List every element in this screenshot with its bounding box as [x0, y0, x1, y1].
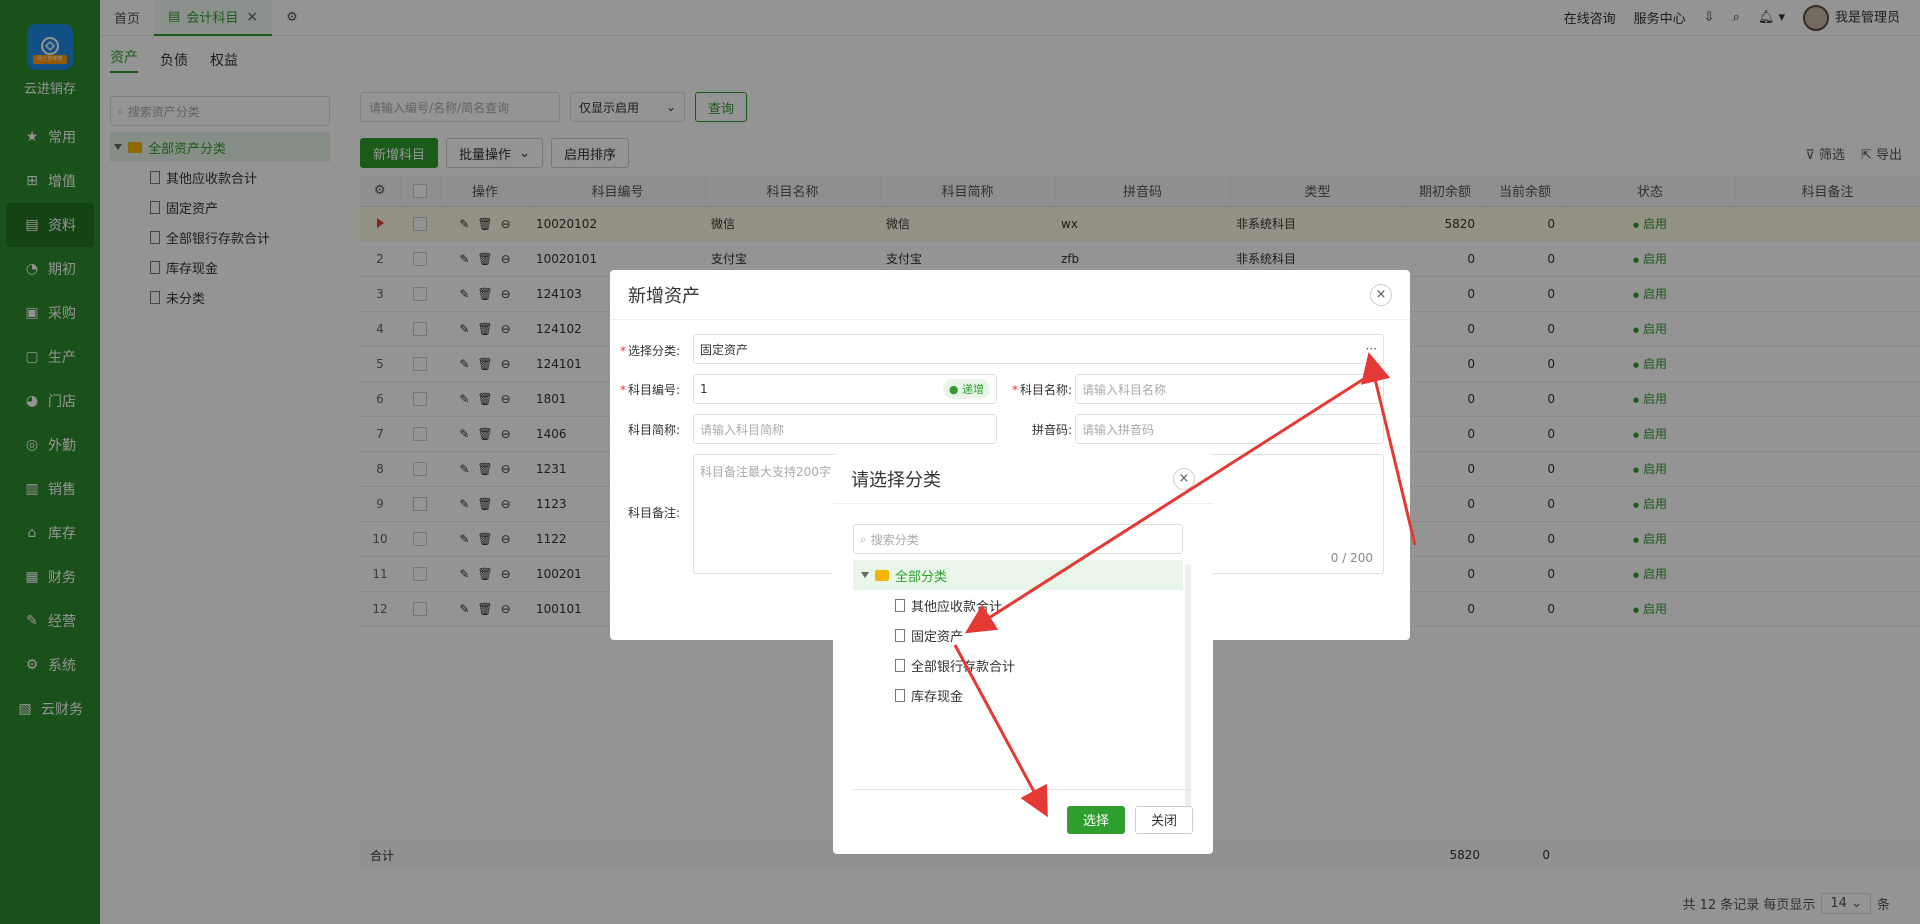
category-field[interactable]: 固定资产 ···: [693, 334, 1384, 364]
subject-code-field[interactable]: 1 ● 递增: [693, 374, 997, 404]
search-icon: ⌕: [860, 531, 867, 546]
subject-short-field[interactable]: 请输入科目简称: [693, 414, 997, 444]
more-icon[interactable]: ···: [1366, 342, 1377, 356]
file-icon: [895, 688, 905, 702]
file-icon: [895, 658, 905, 672]
field-label: * 科目编号:: [619, 383, 680, 397]
scrollbar[interactable]: [1185, 564, 1191, 819]
file-icon: [895, 628, 905, 642]
field-label: 科目备注:: [627, 506, 680, 520]
remark-counter: 0 / 200: [1330, 551, 1373, 565]
category-tree: 全部分类 其他应收款合计 固定资产 全部银行存款合计 库存现金: [853, 560, 1183, 710]
select-button[interactable]: 选择: [1067, 805, 1125, 834]
tree-item[interactable]: 其他应收款合计: [853, 590, 1183, 620]
pinyin-field[interactable]: 请输入拼音码: [1075, 414, 1384, 444]
dialog-header: 新增资产 ×: [610, 270, 1410, 320]
field-label: * 科目名称:: [1011, 383, 1072, 397]
dialog-title: 请选择分类: [851, 469, 941, 491]
subject-name-field[interactable]: 请输入科目名称: [1075, 374, 1384, 404]
close-button[interactable]: 关闭: [1135, 805, 1193, 834]
field-label: 科目简称:: [627, 423, 680, 437]
file-icon: [895, 598, 905, 612]
tree-item[interactable]: 全部银行存款合计: [853, 650, 1183, 680]
tree-item[interactable]: 固定资产: [853, 620, 1183, 650]
tree-root[interactable]: 全部分类: [853, 560, 1183, 590]
dialog-header: 请选择分类 ×: [833, 454, 1213, 504]
close-icon[interactable]: ×: [1370, 283, 1392, 306]
dialog-footer: 选择 关闭: [853, 789, 1193, 839]
dialog-title: 新增资产: [628, 285, 700, 307]
select-category-dialog: 请选择分类 × ⌕ 搜索分类 全部分类 其他应收款合计 固定资产 全部银行存款合…: [833, 454, 1213, 854]
increment-badge[interactable]: ● 递增: [942, 379, 990, 399]
field-label: * 选择分类:: [619, 344, 680, 358]
category-dialog-body: ⌕ 搜索分类 全部分类 其他应收款合计 固定资产 全部银行存款合计 库存现金: [833, 504, 1213, 819]
caret-down-icon[interactable]: [861, 572, 869, 578]
add-asset-form: * 选择分类: 固定资产 ··· * 科目编号: 1 ● 递增 * 科目名称: 请输入…: [610, 320, 1410, 574]
close-icon[interactable]: ×: [1173, 467, 1195, 490]
tree-item[interactable]: 库存现金: [853, 680, 1183, 710]
category-search-input[interactable]: ⌕ 搜索分类: [853, 524, 1183, 554]
folder-icon: [875, 569, 889, 581]
field-label: 拼音码:: [1031, 423, 1072, 437]
